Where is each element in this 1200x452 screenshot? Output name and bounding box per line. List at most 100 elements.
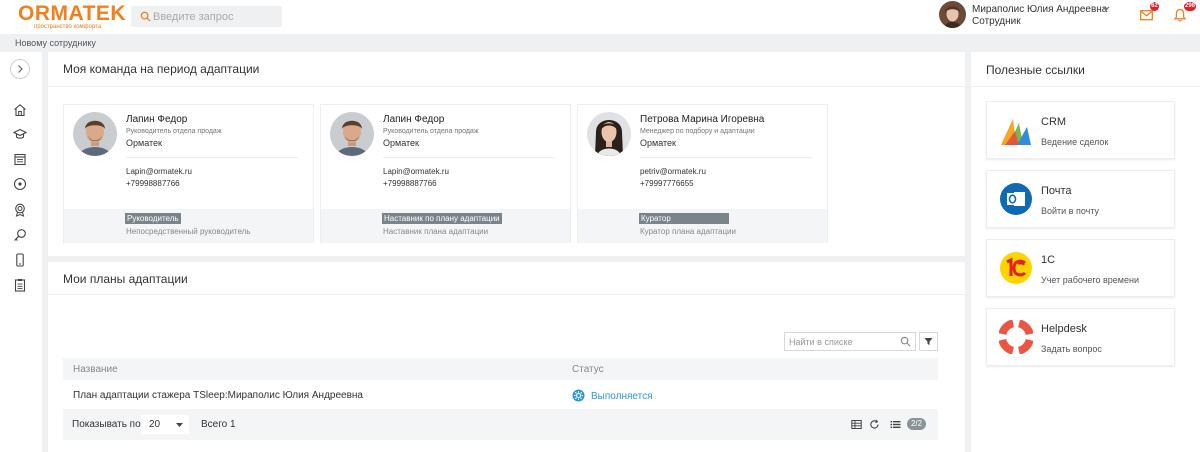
graduation-cap-icon[interactable] bbox=[13, 127, 27, 141]
logo-subtitle: пространство комфорта bbox=[34, 24, 102, 30]
divider bbox=[971, 86, 1200, 87]
per-page-value: 20 bbox=[149, 419, 161, 430]
member-name[interactable]: Лапин Федор bbox=[126, 114, 187, 125]
plan-status[interactable]: Выполняется bbox=[591, 391, 653, 402]
export-excel-icon[interactable] bbox=[851, 419, 862, 430]
member-role-footer: Куратор Куратор плана адаптации bbox=[578, 209, 827, 243]
member-email[interactable]: petriv@ormatek.ru bbox=[640, 167, 706, 176]
role-tag: Куратор bbox=[639, 213, 729, 224]
in-progress-icon bbox=[572, 389, 585, 402]
key-search-icon[interactable] bbox=[13, 228, 27, 242]
plans-panel-title: Мои планы адаптации bbox=[63, 272, 188, 286]
expand-nav-button[interactable] bbox=[10, 59, 30, 79]
list-search-field[interactable] bbox=[784, 332, 916, 351]
user-avatar[interactable] bbox=[939, 1, 966, 28]
breadcrumb-bar bbox=[0, 34, 1200, 51]
member-phone: +79998887766 bbox=[383, 179, 437, 188]
member-name[interactable]: Петрова Марина Игоревна bbox=[640, 114, 764, 125]
total-count: Всего 1 bbox=[201, 419, 236, 430]
ormatek-logo[interactable]: ORMATEK пространство комфорта bbox=[18, 2, 127, 31]
role-tag: Наставник по плану адаптации bbox=[382, 213, 502, 224]
member-photo bbox=[330, 112, 374, 156]
award-icon[interactable] bbox=[13, 203, 27, 217]
mobile-icon[interactable] bbox=[13, 253, 27, 267]
top-header: ORMATEK пространство комфорта Мираполис … bbox=[0, 0, 1200, 34]
member-photo bbox=[73, 112, 117, 156]
member-position: Руководитель отдела продаж bbox=[126, 128, 222, 135]
role-description: Наставник плана адаптации bbox=[383, 227, 489, 236]
1c-logo-icon bbox=[1000, 252, 1032, 284]
member-email[interactable]: Lapin@ormatek.ru bbox=[126, 167, 192, 176]
clipboard-icon[interactable] bbox=[13, 278, 27, 292]
link-title: Почта bbox=[1041, 185, 1072, 197]
plan-name[interactable]: План адаптации стажера TSleep:Мираполис … bbox=[73, 390, 363, 401]
chevron-down-icon[interactable] bbox=[1102, 6, 1110, 12]
divider bbox=[383, 157, 555, 158]
member-role-footer: Руководитель Непосредственный руководите… bbox=[64, 209, 313, 243]
dynamics-crm-logo-icon bbox=[1001, 119, 1031, 145]
link-title: Helpdesk bbox=[1041, 323, 1087, 335]
user-role: Сотрудник bbox=[972, 16, 1021, 27]
divider bbox=[48, 294, 965, 295]
member-name[interactable]: Лапин Федор bbox=[383, 114, 444, 125]
columns-list-icon[interactable] bbox=[890, 419, 901, 430]
column-header-name[interactable]: Название bbox=[73, 364, 118, 375]
mail-icon[interactable] bbox=[1140, 9, 1153, 21]
link-helpdesk[interactable]: Helpdesk Задать вопрос bbox=[986, 308, 1175, 366]
filter-icon bbox=[924, 338, 933, 345]
role-description: Куратор плана адаптации bbox=[640, 227, 736, 236]
play-circle-icon[interactable] bbox=[13, 177, 27, 191]
useful-links-title: Полезные ссылки bbox=[986, 63, 1085, 77]
member-photo bbox=[587, 112, 631, 156]
divider bbox=[640, 157, 812, 158]
member-company: Орматек bbox=[126, 138, 162, 148]
global-search[interactable] bbox=[131, 6, 282, 27]
mail-badge: 62 bbox=[1150, 2, 1159, 11]
link-1c[interactable]: 1С Учет рабочего времени bbox=[986, 239, 1175, 297]
per-page-label: Показывать по bbox=[72, 419, 141, 430]
home-icon[interactable] bbox=[13, 103, 27, 117]
member-phone: +79997776655 bbox=[640, 179, 694, 188]
link-title: 1С bbox=[1041, 254, 1056, 266]
role-tag: Руководитель bbox=[125, 213, 181, 224]
member-position: Менеджер по подбору и адаптации bbox=[640, 128, 755, 135]
member-company: Орматек bbox=[383, 138, 419, 148]
logo-text: ORMATEK bbox=[18, 2, 127, 25]
link-subtitle: Учет рабочего времени bbox=[1041, 275, 1139, 285]
user-name[interactable]: Мираполис Юлия Андреевна bbox=[972, 4, 1107, 15]
breadcrumb[interactable]: Новому сотруднику bbox=[15, 38, 96, 48]
page-indicator[interactable]: 2/2 bbox=[907, 418, 926, 430]
list-search-input[interactable] bbox=[789, 333, 897, 350]
table-footer bbox=[63, 409, 938, 440]
notifications-badge: 298 bbox=[1184, 2, 1197, 11]
link-title: CRM bbox=[1041, 116, 1067, 128]
link-mail[interactable]: Почта Войти в почту bbox=[986, 170, 1175, 228]
outlook-logo-icon bbox=[1000, 183, 1032, 215]
search-input[interactable] bbox=[153, 6, 278, 27]
link-subtitle: Ведение сделок bbox=[1041, 137, 1109, 147]
chevron-right-icon bbox=[18, 65, 23, 73]
search-icon bbox=[900, 336, 911, 347]
team-panel-title: Моя команда на период адаптации bbox=[63, 62, 260, 76]
divider bbox=[48, 86, 965, 87]
lifebuoy-icon bbox=[999, 320, 1033, 354]
link-subtitle: Задать вопрос bbox=[1041, 344, 1102, 354]
calendar-list-icon[interactable] bbox=[13, 152, 27, 166]
team-member-card[interactable]: Лапин Федор Руководитель отдела продаж О… bbox=[63, 104, 314, 243]
caret-down-icon bbox=[176, 423, 183, 427]
team-member-card[interactable]: Лапин Федор Руководитель отдела продаж О… bbox=[320, 104, 571, 243]
link-subtitle: Войти в почту bbox=[1041, 206, 1100, 216]
table-header: Название Статус bbox=[63, 358, 938, 380]
per-page-select[interactable]: 20 bbox=[141, 415, 189, 434]
refresh-icon[interactable] bbox=[869, 419, 880, 430]
role-description: Непосредственный руководитель bbox=[126, 227, 251, 236]
member-phone: +79998887766 bbox=[126, 179, 180, 188]
member-email[interactable]: Lapin@ormatek.ru bbox=[383, 167, 449, 176]
team-member-card[interactable]: Петрова Марина Игоревна Менеджер по подб… bbox=[577, 104, 828, 243]
link-crm[interactable]: CRM Ведение сделок bbox=[986, 101, 1175, 159]
filter-button[interactable] bbox=[919, 332, 938, 351]
member-role-footer: Наставник по плану адаптации Наставник п… bbox=[321, 209, 570, 243]
divider bbox=[126, 157, 298, 158]
bell-icon[interactable] bbox=[1174, 8, 1186, 22]
column-header-status[interactable]: Статус bbox=[572, 364, 604, 375]
